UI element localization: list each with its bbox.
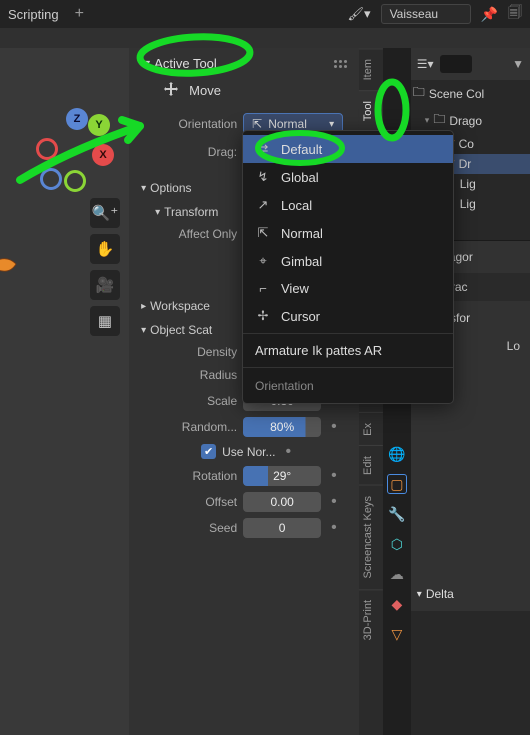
offset-field[interactable]: 0.00 (243, 492, 321, 512)
zoom-button[interactable]: 🔍⁺ (90, 198, 120, 228)
default-orient-icon: ⇄ (255, 141, 271, 157)
outliner-mode-icon[interactable]: ☰▾ (417, 57, 434, 71)
orientation-option-cursor[interactable]: ✢Cursor (243, 302, 453, 330)
browse-scene-icon[interactable]: 🗐 (508, 2, 522, 26)
tool-name: Move (189, 83, 221, 98)
local-orient-icon: ↗ (255, 197, 271, 213)
rotation-field[interactable]: 29° (243, 466, 321, 486)
orientation-menu-footer: Orientation (243, 371, 453, 399)
orientation-option-global[interactable]: ↯Global (243, 163, 453, 191)
collapse-icon[interactable]: ▾ (145, 58, 150, 69)
normal-orient-icon: ⇱ (255, 225, 271, 241)
ntab-tool[interactable]: Tool (359, 90, 383, 131)
orientation-option-default[interactable]: ⇄Default (243, 135, 453, 163)
drag-label: Drag: (139, 145, 237, 159)
collection-icon: 🗀 (413, 83, 425, 104)
axis-neg-x-icon[interactable] (36, 138, 58, 160)
leaf-decoration (0, 256, 18, 276)
seed-anim-dot[interactable]: • (331, 524, 337, 532)
pin-icon[interactable]: 📌 (481, 6, 498, 23)
axis-z-icon[interactable]: Z (66, 108, 88, 130)
view-orient-icon: ⌐ (255, 281, 271, 296)
scene-name-field[interactable]: Vaisseau (381, 4, 471, 24)
axis-neg-z-icon[interactable] (40, 168, 62, 190)
orientation-option-local[interactable]: ↗Local (243, 191, 453, 219)
use-normal-label: Use Nor... (222, 445, 275, 459)
navigation-gizmo[interactable]: Z Y X (28, 108, 108, 188)
perspective-button[interactable]: ▦ (90, 306, 120, 336)
seed-field[interactable]: 0 (243, 518, 321, 538)
prop-object-icon[interactable]: ◆ (387, 594, 407, 614)
orientation-option-gimbal[interactable]: ⌖Gimbal (243, 247, 453, 275)
brush-icon[interactable]: 🖌▾ (348, 6, 371, 22)
ntab-ex[interactable]: Ex (359, 412, 383, 446)
prop-world-icon[interactable]: ☁ (387, 564, 407, 584)
radius-label: Radius (139, 368, 237, 382)
use-normal-checkbox[interactable]: ✔ (201, 444, 216, 459)
global-orient-icon: ↯ (255, 169, 271, 185)
orientation-dropdown-menu: ⇄Default ↯Global ↗Local ⇱Normal ⌖Gimbal … (242, 130, 454, 404)
prop-scene-icon[interactable]: ⬡ (387, 534, 407, 554)
prop-modifiers-icon[interactable]: ▽ (387, 624, 407, 644)
delta-panel[interactable]: ▾ Delta (417, 583, 524, 605)
rotation-anim-dot[interactable]: • (331, 472, 337, 480)
workspace-tab[interactable]: Scripting (8, 7, 59, 22)
filter-icon[interactable]: ▼ (512, 57, 524, 71)
viewport-3d[interactable]: Z Y X 🔍⁺ ✋ 🎥 ▦ (0, 48, 129, 735)
outliner-scene-collection[interactable]: 🗀 Scene Col (411, 80, 530, 107)
rotation-label: Rotation (139, 469, 237, 483)
prop-tool-icon[interactable]: 🔧 (387, 504, 407, 524)
cursor-orient-icon: ✢ (255, 308, 271, 324)
axis-x-icon[interactable]: X (92, 144, 114, 166)
prop-output-icon[interactable]: ▢ (387, 474, 407, 494)
randomscale-field[interactable]: 80% (243, 417, 321, 437)
ntab-screencast[interactable]: Screencast Keys (359, 485, 383, 589)
drag-dots-icon[interactable] (334, 60, 347, 68)
expand-icon[interactable]: ▾ (425, 115, 430, 126)
orientation-option-normal[interactable]: ⇱Normal (243, 219, 453, 247)
gimbal-orient-icon: ⌖ (255, 253, 271, 269)
offset-anim-dot[interactable]: • (331, 498, 337, 506)
outliner-search[interactable] (440, 55, 472, 73)
ntab-edit[interactable]: Edit (359, 445, 383, 485)
ntab-item[interactable]: Item (359, 48, 383, 90)
affect-only-label: Affect Only (139, 227, 237, 241)
randomscale-anim-dot[interactable]: • (331, 423, 337, 431)
prop-render-icon[interactable]: 🌐 (387, 444, 407, 464)
collection-icon: 🗀 (433, 110, 445, 131)
scale-label: Scale (139, 394, 237, 408)
orientation-option-custom[interactable]: Armature Ik pattes AR (243, 337, 453, 364)
move-tool-icon (163, 81, 179, 100)
seed-label: Seed (139, 521, 237, 535)
usenormal-anim-dot[interactable]: • (286, 448, 292, 456)
offset-label: Offset (139, 495, 237, 509)
panel-title: Active Tool (154, 56, 217, 71)
orientation-option-view[interactable]: ⌐View (243, 275, 453, 302)
axis-neg-y-icon[interactable] (64, 170, 86, 192)
randomscale-label: Random... (139, 420, 237, 434)
camera-button[interactable]: 🎥 (90, 270, 120, 300)
axis-y-icon[interactable]: Y (88, 114, 110, 136)
ntab-3dprint[interactable]: 3D-Print (359, 589, 383, 650)
orientation-label: Orientation (139, 117, 237, 131)
normal-orient-icon: ⇱ (252, 117, 262, 131)
density-label: Density (139, 345, 237, 359)
add-workspace-button[interactable]: + (75, 5, 84, 23)
pan-button[interactable]: ✋ (90, 234, 120, 264)
